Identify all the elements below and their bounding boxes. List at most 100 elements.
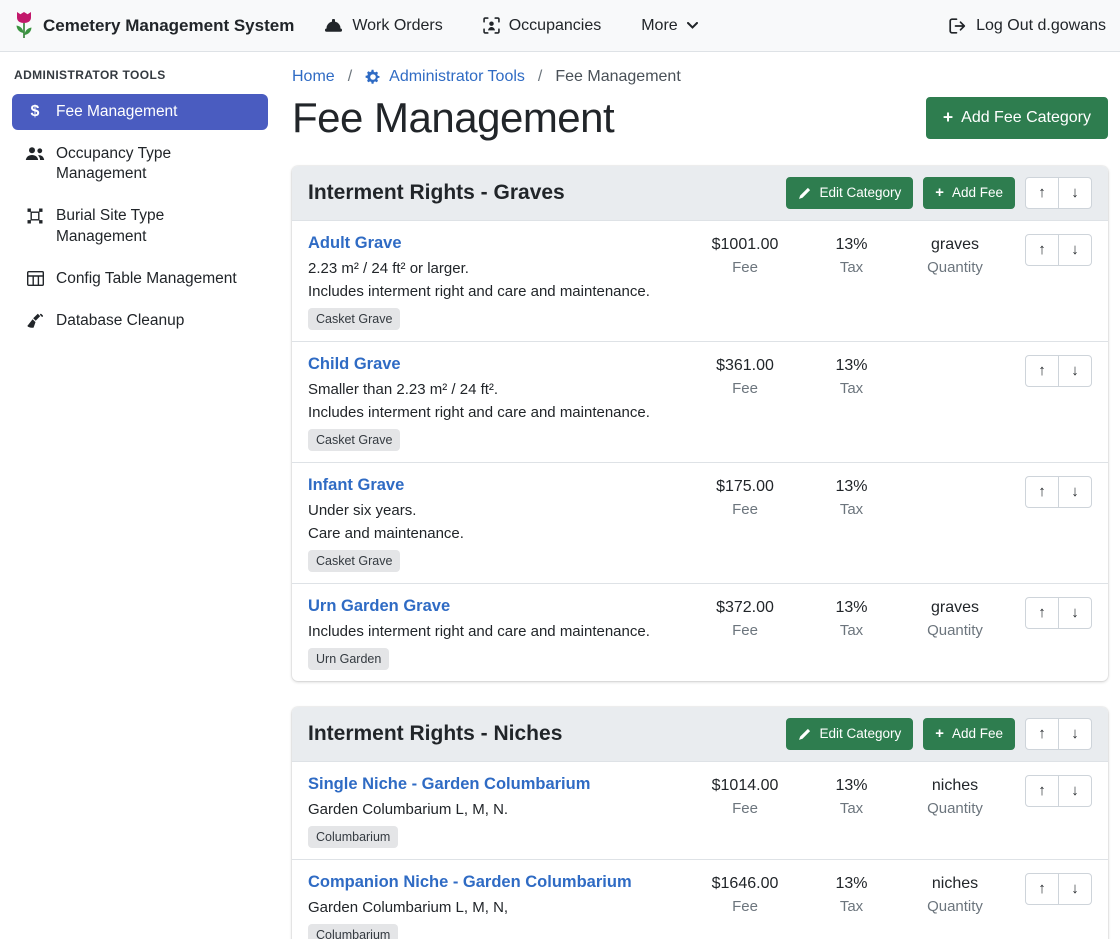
edit-category-label: Edit Category bbox=[819, 185, 901, 201]
fee-rows: Adult Grave 2.23 m² / 24 ft² or larger. I… bbox=[292, 220, 1108, 681]
move-fee-down-button[interactable]: ↓ bbox=[1058, 597, 1092, 629]
logout-link[interactable]: Log Out d.gowans bbox=[949, 17, 1106, 35]
move-category-up-button[interactable]: ↑ bbox=[1025, 177, 1059, 209]
move-category-down-button[interactable]: ↓ bbox=[1058, 177, 1092, 209]
fee-category-list: Interment Rights - Graves Edit Category … bbox=[292, 166, 1108, 939]
fee-rows: Single Niche - Garden Columbarium Garden… bbox=[292, 761, 1108, 939]
nav-more-label: More bbox=[641, 17, 677, 35]
fee-name-link[interactable]: Adult Grave bbox=[308, 234, 402, 253]
fee-description: 2.23 m² / 24 ft² or larger. bbox=[308, 260, 676, 277]
edit-category-button[interactable]: Edit Category bbox=[786, 718, 913, 750]
broom-icon bbox=[24, 313, 46, 329]
fee-name-link[interactable]: Infant Grave bbox=[308, 476, 404, 495]
fee-row: Infant Grave Under six years.Care and ma… bbox=[292, 462, 1108, 583]
brand-title: Cemetery Management System bbox=[43, 16, 294, 36]
move-fee-up-button[interactable]: ↑ bbox=[1025, 775, 1059, 807]
fee-tax-label: Tax bbox=[804, 898, 899, 915]
fee-description: Smaller than 2.23 m² / 24 ft². bbox=[308, 381, 676, 398]
nav-occupancies-label: Occupancies bbox=[509, 17, 602, 35]
edit-category-label: Edit Category bbox=[819, 726, 901, 742]
fee-row: Adult Grave 2.23 m² / 24 ft² or larger. I… bbox=[292, 220, 1108, 341]
fee-reorder-group: ↑ ↓ bbox=[1025, 775, 1092, 807]
move-fee-up-button[interactable]: ↑ bbox=[1025, 597, 1059, 629]
sidebar-item-label: Config Table Management bbox=[56, 269, 237, 289]
fee-reorder-group: ↑ ↓ bbox=[1025, 873, 1092, 905]
fee-category-card: Interment Rights - Graves Edit Category … bbox=[292, 166, 1108, 681]
add-fee-button[interactable]: + Add Fee bbox=[923, 718, 1015, 750]
fee-descriptions: Garden Columbarium L, M, N. bbox=[308, 801, 676, 818]
category-title: Interment Rights - Graves bbox=[308, 181, 786, 205]
fee-type-badge: Columbarium bbox=[308, 826, 398, 848]
fee-quantity: graves bbox=[899, 599, 1011, 617]
fee-tax: 13% bbox=[804, 777, 899, 795]
fee-description: Includes interment right and care and ma… bbox=[308, 623, 676, 640]
move-fee-down-button[interactable]: ↓ bbox=[1058, 355, 1092, 387]
fee-name-link[interactable]: Urn Garden Grave bbox=[308, 597, 450, 616]
fee-name-link[interactable]: Single Niche - Garden Columbarium bbox=[308, 775, 590, 794]
move-fee-down-button[interactable]: ↓ bbox=[1058, 234, 1092, 266]
fee-tax: 13% bbox=[804, 478, 899, 496]
move-fee-up-button[interactable]: ↑ bbox=[1025, 234, 1059, 266]
nav-work-orders-label: Work Orders bbox=[352, 17, 442, 35]
edit-category-button[interactable]: Edit Category bbox=[786, 177, 913, 209]
breadcrumb-current: Fee Management bbox=[555, 68, 680, 86]
logout-label: Log Out d.gowans bbox=[976, 17, 1106, 35]
fee-quantity-label: Quantity bbox=[899, 259, 1011, 276]
fee-descriptions: Garden Columbarium L, M, N, bbox=[308, 899, 676, 916]
fee-description: Includes interment right and care and ma… bbox=[308, 283, 676, 300]
move-fee-up-button[interactable]: ↑ bbox=[1025, 355, 1059, 387]
fee-info: Infant Grave Under six years.Care and ma… bbox=[308, 476, 686, 572]
fee-quantity-label: Quantity bbox=[899, 800, 1011, 817]
fee-row: Child Grave Smaller than 2.23 m² / 24 ft… bbox=[292, 341, 1108, 462]
fee-tax: 13% bbox=[804, 875, 899, 893]
move-fee-up-button[interactable]: ↑ bbox=[1025, 873, 1059, 905]
move-fee-down-button[interactable]: ↓ bbox=[1058, 775, 1092, 807]
add-fee-category-button[interactable]: + Add Fee Category bbox=[926, 97, 1108, 138]
fee-quantity-column bbox=[899, 476, 1011, 483]
vector-square-icon bbox=[24, 208, 46, 224]
sidebar-item-occupancy-type-management[interactable]: Occupancy Type Management bbox=[12, 136, 268, 192]
dollar-icon: $ bbox=[24, 104, 46, 120]
fee-amount-label: Fee bbox=[686, 622, 804, 639]
move-fee-down-button[interactable]: ↓ bbox=[1058, 873, 1092, 905]
fee-tax: 13% bbox=[804, 357, 899, 375]
breadcrumb: Home / Administrator Tools / Fee Managem… bbox=[292, 68, 1108, 86]
nav-work-orders[interactable]: Work Orders bbox=[324, 17, 442, 35]
fee-type-badge: Casket Grave bbox=[308, 429, 400, 451]
nav-more[interactable]: More bbox=[641, 17, 697, 35]
fee-row: Companion Niche - Garden Columbarium Gar… bbox=[292, 859, 1108, 939]
sidebar-item-database-cleanup[interactable]: Database Cleanup bbox=[12, 303, 268, 339]
fee-descriptions: Smaller than 2.23 m² / 24 ft².Includes i… bbox=[308, 381, 676, 421]
main-nav: Work Orders Occupancies More bbox=[324, 17, 697, 35]
fee-info: Adult Grave 2.23 m² / 24 ft² or larger. I… bbox=[308, 234, 686, 330]
fee-row: Single Niche - Garden Columbarium Garden… bbox=[292, 761, 1108, 859]
plus-icon: + bbox=[935, 186, 944, 201]
breadcrumb-separator: / bbox=[348, 68, 352, 86]
fee-name-link[interactable]: Companion Niche - Garden Columbarium bbox=[308, 873, 632, 892]
breadcrumb-admin-tools[interactable]: Administrator Tools bbox=[365, 68, 525, 86]
pencil-icon bbox=[798, 728, 811, 741]
fee-tax-column: 13% Tax bbox=[804, 873, 899, 915]
sidebar-item-burial-site-type-management[interactable]: Burial Site Type Management bbox=[12, 198, 268, 254]
brand[interactable]: Cemetery Management System bbox=[14, 11, 294, 41]
fee-name-link[interactable]: Child Grave bbox=[308, 355, 401, 374]
pencil-icon bbox=[798, 187, 811, 200]
sidebar-item-fee-management[interactable]: $ Fee Management bbox=[12, 94, 268, 130]
tulip-logo-icon bbox=[14, 11, 34, 41]
add-fee-button[interactable]: + Add Fee bbox=[923, 177, 1015, 209]
fee-quantity: niches bbox=[899, 875, 1011, 893]
sidebar-item-config-table-management[interactable]: Config Table Management bbox=[12, 261, 268, 297]
move-fee-up-button[interactable]: ↑ bbox=[1025, 476, 1059, 508]
fee-amount: $1014.00 bbox=[686, 777, 804, 795]
sidebar-header: ADMINISTRATOR TOOLS bbox=[14, 68, 266, 82]
fee-amount-label: Fee bbox=[686, 380, 804, 397]
category-actions: Edit Category + Add Fee ↑ ↓ bbox=[786, 718, 1092, 750]
move-fee-down-button[interactable]: ↓ bbox=[1058, 476, 1092, 508]
fee-category-header: Interment Rights - Graves Edit Category … bbox=[292, 166, 1108, 220]
table-icon bbox=[24, 271, 46, 286]
move-category-up-button[interactable]: ↑ bbox=[1025, 718, 1059, 750]
nav-occupancies[interactable]: Occupancies bbox=[483, 17, 602, 35]
breadcrumb-home[interactable]: Home bbox=[292, 68, 335, 86]
move-category-down-button[interactable]: ↓ bbox=[1058, 718, 1092, 750]
fee-row: Urn Garden Grave Includes interment righ… bbox=[292, 583, 1108, 681]
